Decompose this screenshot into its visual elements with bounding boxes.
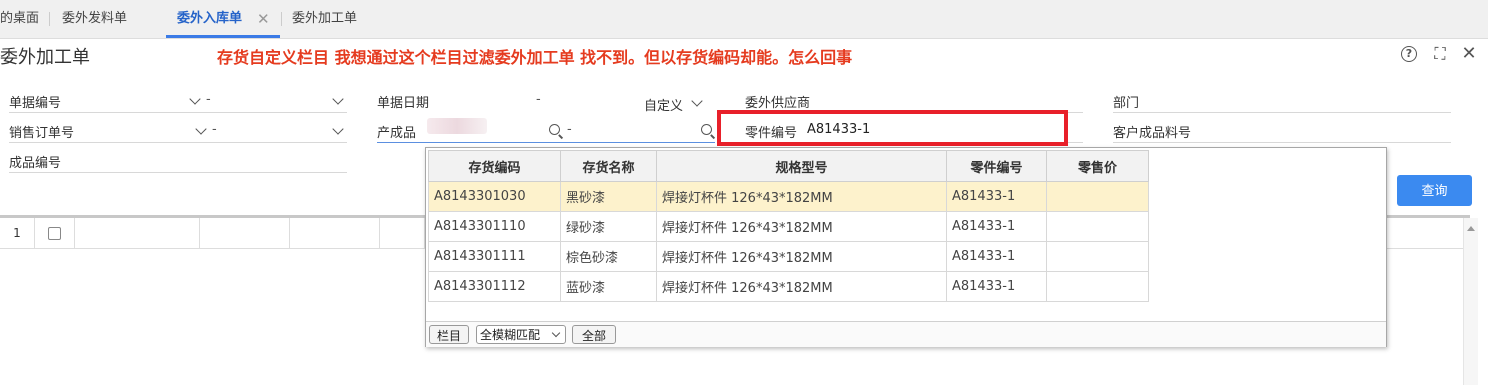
cell-name: 棕色砂漆	[560, 241, 657, 272]
tab-close-icon[interactable]: ✕	[257, 0, 270, 38]
grid-cell	[200, 218, 290, 248]
doc-date-value[interactable]: -	[536, 92, 541, 107]
doc-date-label: 单据日期	[377, 96, 430, 111]
tab-outsourcing-order[interactable]: 委外加工单	[292, 0, 357, 38]
sales-order-range-dropdown-icon[interactable]	[332, 123, 344, 135]
highlight-annotation-box	[717, 110, 1068, 146]
cell-part: A81433-1	[946, 271, 1047, 302]
match-mode-select[interactable]: 全模糊匹配	[476, 325, 566, 344]
active-tab-indicator	[166, 35, 280, 38]
doc-no-dropdown-icon[interactable]	[189, 93, 201, 105]
cell-name: 黑砂漆	[560, 181, 657, 212]
col-header-name[interactable]: 存货名称	[560, 150, 657, 182]
department-field[interactable]	[1113, 112, 1451, 113]
columns-button[interactable]: 栏目	[429, 325, 469, 344]
row-checkbox[interactable]	[48, 227, 61, 240]
vertical-scrollbar[interactable]	[1463, 218, 1478, 385]
row-number: 1	[0, 218, 35, 248]
cell-name: 绿砂漆	[560, 211, 657, 242]
maximize-icon[interactable]: ⛶	[1430, 44, 1450, 64]
cell-price	[1046, 211, 1149, 242]
all-button[interactable]: 全部	[572, 325, 616, 344]
doc-no-range-dropdown-icon[interactable]	[332, 93, 344, 105]
tab-outsourcing-receipt[interactable]: 委外入库单	[177, 0, 242, 38]
customer-part-no-label: 客户成品料号	[1113, 126, 1192, 141]
grid-cell	[75, 218, 200, 248]
tab-separator	[281, 12, 282, 26]
match-mode-value: 全模糊匹配	[480, 328, 541, 342]
doc-no-field[interactable]	[9, 112, 347, 113]
cell-price	[1046, 241, 1149, 272]
cell-spec: 焊接灯杯件 126*43*182MM	[656, 241, 947, 272]
supplier-label: 委外供应商	[745, 96, 811, 111]
sales-order-no-label: 销售订单号	[9, 126, 75, 141]
lookup-row[interactable]: A8143301112 蓝砂漆 焊接灯杯件 126*43*182MM A8143…	[428, 271, 1149, 302]
product-search-icon[interactable]	[549, 124, 560, 135]
blurred-value	[427, 118, 487, 134]
cell-part: A81433-1	[946, 241, 1047, 272]
sales-order-dropdown-icon[interactable]	[195, 123, 207, 135]
scroll-up-icon[interactable]	[1467, 226, 1475, 231]
close-icon[interactable]: ✕	[1459, 44, 1479, 64]
col-header-code[interactable]: 存货编码	[428, 150, 561, 182]
cell-code: A8143301110	[428, 211, 561, 242]
product-field[interactable]	[377, 142, 715, 143]
doc-date-mode-dropdown-icon[interactable]	[691, 95, 703, 107]
cell-part: A81433-1	[946, 211, 1047, 242]
help-icon[interactable]: ?	[1401, 46, 1417, 62]
col-header-price[interactable]: 零售价	[1046, 150, 1149, 182]
doc-no-label: 单据编号	[9, 96, 62, 111]
lookup-row[interactable]: A8143301110 绿砂漆 焊接灯杯件 126*43*182MM A8143…	[428, 211, 1149, 242]
customer-part-no-field[interactable]	[1113, 142, 1451, 143]
cell-spec: 焊接灯杯件 126*43*182MM	[656, 211, 947, 242]
product-no-field[interactable]	[9, 172, 347, 173]
chevron-down-icon	[551, 328, 561, 338]
tab-bar: 的桌面 委外发料单 委外入库单 ✕ 委外加工单	[0, 0, 1488, 39]
cell-code: A8143301112	[428, 271, 561, 302]
cell-spec: 焊接灯杯件 126*43*182MM	[656, 181, 947, 212]
row-checkbox-cell	[35, 218, 75, 248]
product-label: 产成品	[377, 126, 417, 141]
inventory-lookup-popup: 存货编码 存货名称 规格型号 零件编号 零售价 A8143301030 黑砂漆 …	[425, 147, 1387, 347]
doc-date-mode[interactable]: 自定义	[644, 95, 683, 114]
cell-name: 蓝砂漆	[560, 271, 657, 302]
tab-outsourcing-material-issue[interactable]: 委外发料单	[62, 0, 127, 38]
grid-cell	[380, 218, 425, 248]
doc-no-value[interactable]: -	[206, 92, 211, 107]
page-title: 委外加工单	[0, 47, 90, 68]
product-range-search-icon[interactable]	[701, 124, 712, 135]
cell-spec: 焊接灯杯件 126*43*182MM	[656, 271, 947, 302]
cell-part: A81433-1	[946, 181, 1047, 212]
popup-footer: 栏目 全模糊匹配 全部	[426, 321, 1386, 347]
cell-code: A8143301030	[428, 181, 561, 212]
lookup-row[interactable]: A8143301030 黑砂漆 焊接灯杯件 126*43*182MM A8143…	[428, 181, 1149, 212]
col-header-spec[interactable]: 规格型号	[656, 150, 947, 182]
tab-desktop[interactable]: 的桌面	[0, 0, 39, 38]
cell-price	[1046, 181, 1149, 212]
product-no-label: 成品编号	[9, 156, 62, 171]
grid-cell	[290, 218, 380, 248]
annotation-text: 存货自定义栏目 我想通过这个栏目过滤委外加工单 找不到。但以存货编码却能。怎么回…	[217, 48, 853, 67]
lookup-table: 存货编码 存货名称 规格型号 零件编号 零售价 A8143301030 黑砂漆 …	[428, 150, 1149, 302]
cell-code: A8143301111	[428, 241, 561, 272]
lookup-row[interactable]: A8143301111 棕色砂漆 焊接灯杯件 126*43*182MM A814…	[428, 241, 1149, 272]
col-header-part[interactable]: 零件编号	[946, 150, 1047, 182]
query-button[interactable]: 查询	[1397, 175, 1472, 206]
tab-separator	[49, 12, 50, 26]
sales-order-no-value[interactable]: -	[212, 122, 217, 137]
product-value[interactable]: -	[567, 122, 572, 137]
department-label: 部门	[1113, 96, 1140, 111]
cell-price	[1046, 271, 1149, 302]
sales-order-no-field[interactable]	[9, 142, 347, 143]
